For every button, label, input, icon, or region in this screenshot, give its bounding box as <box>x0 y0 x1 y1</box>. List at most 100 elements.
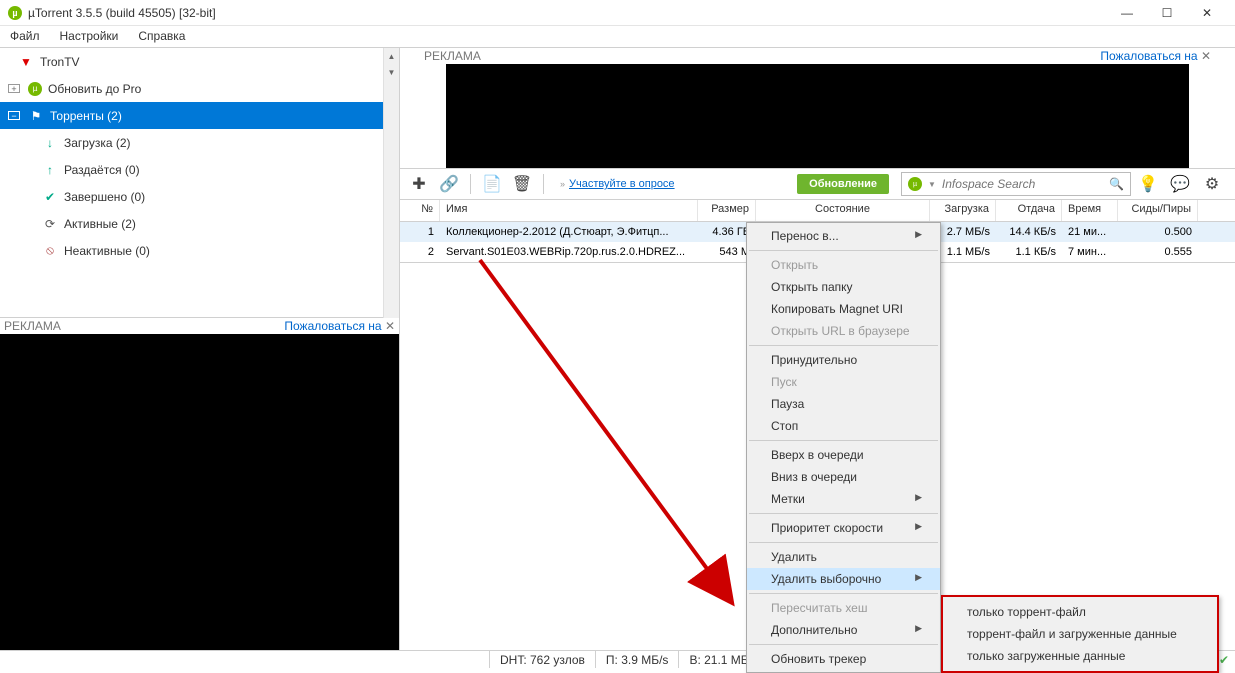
sidebar-item-upgrade[interactable]: + µ Обновить до Pro <box>0 75 399 102</box>
update-button[interactable]: Обновление <box>797 174 889 194</box>
sidebar-item-torrents[interactable]: − ⚑ Торренты (2) <box>0 102 399 129</box>
row-time: 21 ми... <box>1062 224 1118 240</box>
sidebar-item-completed[interactable]: ✔ Завершено (0) <box>0 183 399 210</box>
sidebar-item-label: Раздаётся (0) <box>64 163 140 177</box>
ctx-copy-magnet[interactable]: Копировать Magnet URI <box>747 298 940 320</box>
col-upload[interactable]: Отдача <box>996 200 1062 221</box>
status-down: П: 3.9 МБ/s <box>596 651 680 668</box>
menu-help[interactable]: Справка <box>128 26 195 47</box>
ctx-labels[interactable]: Метки▶ <box>747 488 940 510</box>
row-name: Коллекционер-2.2012 (Д.Стюарт, Э.Фитцп..… <box>440 224 698 240</box>
sidebar-item-label: Загрузка (2) <box>64 136 131 150</box>
col-download[interactable]: Загрузка <box>930 200 996 221</box>
active-icon: ⟳ <box>42 217 58 231</box>
ctx-delete[interactable]: Удалить <box>747 546 940 568</box>
scroll-down-icon[interactable]: ▼ <box>384 64 399 80</box>
menu-settings[interactable]: Настройки <box>50 26 129 47</box>
ctx-start: Пуск <box>747 371 940 393</box>
ctx-queue-up[interactable]: Вверх в очереди <box>747 444 940 466</box>
context-menu: Перенос в...▶ Открыть Открыть папку Копи… <box>746 222 941 673</box>
new-torrent-button[interactable]: 📄 <box>479 171 505 197</box>
ctx-rehash: Пересчитать хеш <box>747 597 940 619</box>
ctx-open-folder[interactable]: Открыть папку <box>747 276 940 298</box>
utorrent-icon: µ <box>28 82 42 96</box>
ctx-open: Открыть <box>747 254 940 276</box>
ad-box-side[interactable] <box>0 334 399 650</box>
add-torrent-button[interactable]: ✚ <box>406 171 432 197</box>
delete-button[interactable]: 🗑 <box>509 171 535 197</box>
dropdown-icon[interactable]: ▼ <box>928 180 936 189</box>
sidebar-item-label: Неактивные (0) <box>64 244 150 258</box>
sidebar-item-label: Активные (2) <box>64 217 136 231</box>
search-input[interactable] <box>942 177 1103 191</box>
col-peers[interactable]: Сиды/Пиры <box>1118 200 1198 221</box>
ctx-update-tracker[interactable]: Обновить трекер <box>747 648 940 670</box>
sidebar-item-trontv[interactable]: ▼ TronTV <box>0 48 399 75</box>
ctx-pause[interactable]: Пауза <box>747 393 940 415</box>
ad-complain-link[interactable]: Пожаловаться на <box>284 319 381 333</box>
ad-close-icon[interactable]: ✕ <box>385 319 395 333</box>
ad-text: РЕКЛАМА <box>424 49 481 63</box>
row-num: 2 <box>400 244 440 260</box>
expand-icon[interactable]: + <box>8 84 20 93</box>
sidebar-item-label: Обновить до Pro <box>48 82 141 96</box>
col-state[interactable]: Состояние <box>756 200 930 221</box>
ctx-delete-torrent-only[interactable]: только торрент-файл <box>943 601 1217 623</box>
toolbar: ✚ 🔗 📄 🗑 » Участвуйте в опросе Обновление… <box>400 168 1235 200</box>
ctx-stop[interactable]: Стоп <box>747 415 940 437</box>
col-time[interactable]: Время <box>1062 200 1118 221</box>
row-peers: 0.500 <box>1118 224 1198 240</box>
ad-label-side: РЕКЛАМА Пожаловаться на ✕ <box>0 318 399 334</box>
ad-box-top[interactable] <box>420 64 1215 168</box>
sidebar-item-inactive[interactable]: ⦸ Неактивные (0) <box>0 237 399 264</box>
sidebar: ▼ TronTV + µ Обновить до Pro − ⚑ Торрент… <box>0 48 400 650</box>
search-icon[interactable]: 🔍 <box>1109 177 1124 191</box>
app-icon: µ <box>8 6 22 20</box>
sidebar-item-downloading[interactable]: ↓ Загрузка (2) <box>0 129 399 156</box>
ctx-force[interactable]: Принудительно <box>747 349 940 371</box>
search-box[interactable]: µ ▼ 🔍 <box>901 172 1131 196</box>
col-num[interactable]: № <box>400 200 440 221</box>
sidebar-item-seeding[interactable]: ↑ Раздаётся (0) <box>0 156 399 183</box>
ctx-queue-down[interactable]: Вниз в очереди <box>747 466 940 488</box>
status-ok-icon[interactable]: ✔ <box>1219 653 1229 667</box>
context-submenu-delete: только торрент-файл торрент-файл и загру… <box>941 595 1219 673</box>
ctx-speed-priority[interactable]: Приоритет скорости▶ <box>747 517 940 539</box>
ctx-delete-torrent-and-data[interactable]: торрент-файл и загруженные данные <box>943 623 1217 645</box>
maximize-button[interactable]: ☐ <box>1147 0 1187 26</box>
chat-icon[interactable]: 💬 <box>1167 171 1193 197</box>
utorrent-search-icon: µ <box>908 177 922 191</box>
ad-complain-link[interactable]: Пожаловаться на <box>1100 49 1197 63</box>
ctx-delete-selective[interactable]: Удалить выборочно▶ <box>747 568 940 590</box>
row-ul: 14.4 КБ/s <box>996 224 1062 240</box>
scroll-up-icon[interactable]: ▲ <box>384 48 399 64</box>
tag-icon: ⚑ <box>28 109 44 123</box>
window-title: µTorrent 3.5.5 (build 45505) [32-bit] <box>28 6 216 20</box>
upload-icon: ↑ <box>42 163 58 177</box>
row-time: 7 мин... <box>1062 244 1118 260</box>
ctx-advanced[interactable]: Дополнительно▶ <box>747 619 940 641</box>
bulb-icon[interactable]: 💡 <box>1135 171 1161 197</box>
close-button[interactable]: ✕ <box>1187 0 1227 26</box>
survey-link[interactable]: Участвуйте в опросе <box>569 178 675 190</box>
settings-icon[interactable]: ⚙ <box>1199 171 1225 197</box>
sidebar-item-label: Завершено (0) <box>64 190 145 204</box>
ad-close-icon[interactable]: ✕ <box>1201 49 1211 63</box>
sidebar-item-active[interactable]: ⟳ Активные (2) <box>0 210 399 237</box>
sidebar-item-label: TronTV <box>40 55 80 69</box>
col-name[interactable]: Имя <box>440 200 698 221</box>
row-num: 1 <box>400 224 440 240</box>
col-size[interactable]: Размер <box>698 200 756 221</box>
inactive-icon: ⦸ <box>42 243 58 258</box>
add-link-button[interactable]: 🔗 <box>436 171 462 197</box>
chevron-icon: » <box>560 179 565 189</box>
ctx-delete-data-only[interactable]: только загруженные данные <box>943 645 1217 667</box>
row-ul: 1.1 КБ/s <box>996 244 1062 260</box>
menu-file[interactable]: Файл <box>0 26 50 47</box>
sidebar-scrollbar[interactable]: ▲ ▼ <box>383 48 399 318</box>
grid-header: № Имя Размер Состояние Загрузка Отдача В… <box>400 200 1235 222</box>
trontv-icon: ▼ <box>18 55 34 69</box>
collapse-icon[interactable]: − <box>8 111 20 120</box>
minimize-button[interactable]: — <box>1107 0 1147 26</box>
ctx-move[interactable]: Перенос в...▶ <box>747 225 940 247</box>
